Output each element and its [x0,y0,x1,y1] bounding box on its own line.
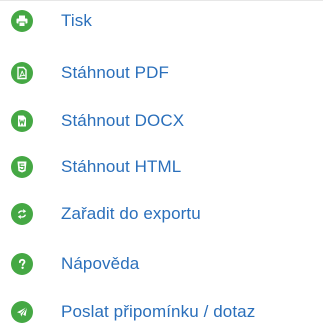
menu-item-label: Nápověda [61,254,140,273]
word-file-icon [11,110,33,132]
menu-item-label: Stáhnout PDF [61,63,169,82]
actions-menu: Tisk Stáhnout PDF Stáhnout DOCX Stáhnout… [0,0,323,325]
menu-item-download-docx[interactable]: Stáhnout DOCX [0,105,323,137]
html5-icon [11,156,33,178]
help-question-icon [11,253,33,275]
export-arrows-icon [11,203,33,225]
menu-item-label: Stáhnout HTML [61,157,182,176]
printer-icon [11,10,33,32]
menu-item-download-html[interactable]: Stáhnout HTML [0,151,323,183]
menu-item-label: Tisk [61,11,92,30]
top-divider [0,0,323,1]
menu-item-print[interactable]: Tisk [0,5,323,37]
menu-item-label: Poslat připomínku / dotaz [61,302,256,321]
send-paper-plane-icon [11,301,33,323]
pdf-file-icon [11,62,33,84]
menu-item-label: Zařadit do exportu [61,204,201,223]
menu-item-help[interactable]: Nápověda [0,248,323,280]
menu-item-add-to-export[interactable]: Zařadit do exportu [0,198,323,230]
menu-item-download-pdf[interactable]: Stáhnout PDF [0,57,323,89]
menu-item-send-feedback[interactable]: Poslat připomínku / dotaz [0,296,323,325]
menu-item-label: Stáhnout DOCX [61,111,185,130]
